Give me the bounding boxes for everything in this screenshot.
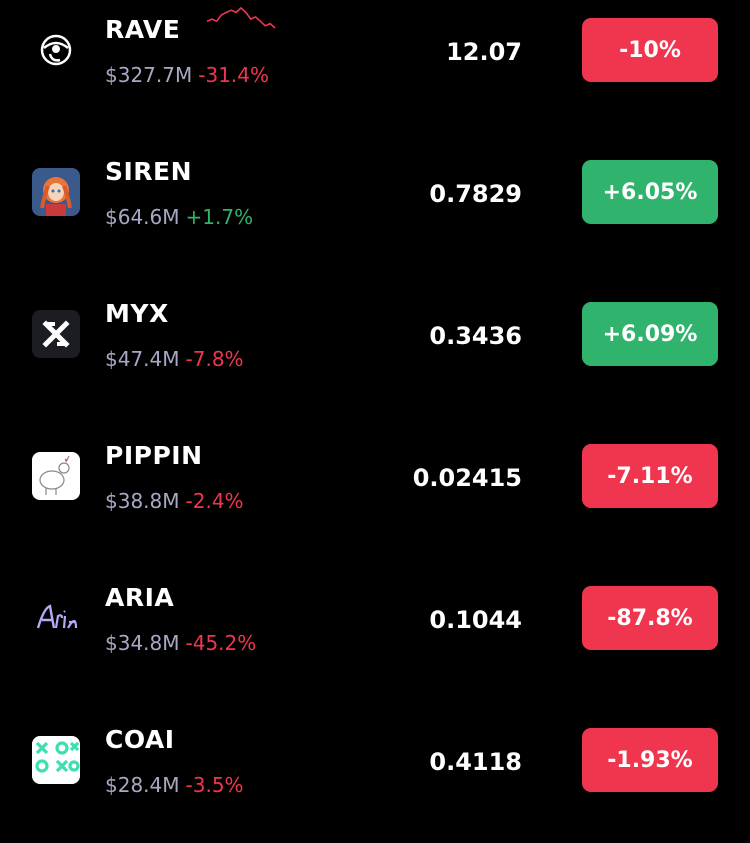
change-badge[interactable]: -10% [582, 18, 718, 82]
market-cap: $47.4M [105, 347, 180, 371]
token-symbol: PIPPIN [105, 441, 203, 470]
token-row-coai[interactable]: COAI $28.4M -3.5% 0.4118 -1.93% [0, 701, 750, 843]
market-cap-change: -2.4% [185, 489, 244, 513]
change-badge[interactable]: +6.09% [582, 302, 718, 366]
pippin-unicorn-logo-icon [32, 452, 80, 500]
rave-eye-logo-icon [32, 26, 80, 74]
market-cap-change: -7.8% [185, 347, 244, 371]
market-cap-change: -3.5% [185, 773, 244, 797]
market-cap: $64.6M [105, 205, 180, 229]
token-meta: $64.6M +1.7% [105, 205, 253, 229]
token-row-pippin[interactable]: PIPPIN $38.8M -2.4% 0.02415 -7.11% [0, 417, 750, 559]
change-badge[interactable]: +6.05% [582, 160, 718, 224]
token-meta: $47.4M -7.8% [105, 347, 244, 371]
token-price: 0.3436 [429, 322, 522, 350]
siren-avatar-logo-icon [32, 168, 80, 216]
token-row-rave[interactable]: RAVE $327.7M -31.4% 12.07 -10% [0, 0, 750, 133]
market-cap: $327.7M [105, 63, 193, 87]
aria-script-logo-icon [32, 594, 80, 642]
change-badge[interactable]: -1.93% [582, 728, 718, 792]
token-price: 0.02415 [412, 464, 522, 492]
myx-x-logo-icon [32, 310, 80, 358]
token-meta: $28.4M -3.5% [105, 773, 244, 797]
token-row-myx[interactable]: MYX $47.4M -7.8% 0.3436 +6.09% [0, 275, 750, 417]
token-meta: $327.7M -31.4% [105, 63, 269, 87]
change-badge[interactable]: -87.8% [582, 586, 718, 650]
token-meta: $38.8M -2.4% [105, 489, 244, 513]
market-cap-change: -45.2% [185, 631, 257, 655]
token-price: 0.4118 [429, 748, 522, 776]
market-cap: $34.8M [105, 631, 180, 655]
token-symbol: COAI [105, 725, 175, 754]
change-badge[interactable]: -7.11% [582, 444, 718, 508]
market-cap-change: +1.7% [185, 205, 254, 229]
coai-xoxo-logo-icon [32, 736, 80, 784]
token-symbol: ARIA [105, 583, 175, 612]
market-cap: $38.8M [105, 489, 180, 513]
token-symbol: MYX [105, 299, 169, 328]
token-price: 0.7829 [429, 180, 522, 208]
token-meta: $34.8M -45.2% [105, 631, 256, 655]
token-row-aria[interactable]: ARIA $34.8M -45.2% 0.1044 -87.8% [0, 559, 750, 701]
market-cap-change: -31.4% [198, 63, 270, 87]
market-cap: $28.4M [105, 773, 180, 797]
token-symbol: SIREN [105, 157, 193, 186]
token-symbol: RAVE [105, 15, 181, 44]
token-price: 0.1044 [429, 606, 522, 634]
token-row-siren[interactable]: SIREN $64.6M +1.7% 0.7829 +6.05% [0, 133, 750, 275]
price-sparkline [206, 6, 276, 29]
token-price: 12.07 [446, 38, 522, 66]
